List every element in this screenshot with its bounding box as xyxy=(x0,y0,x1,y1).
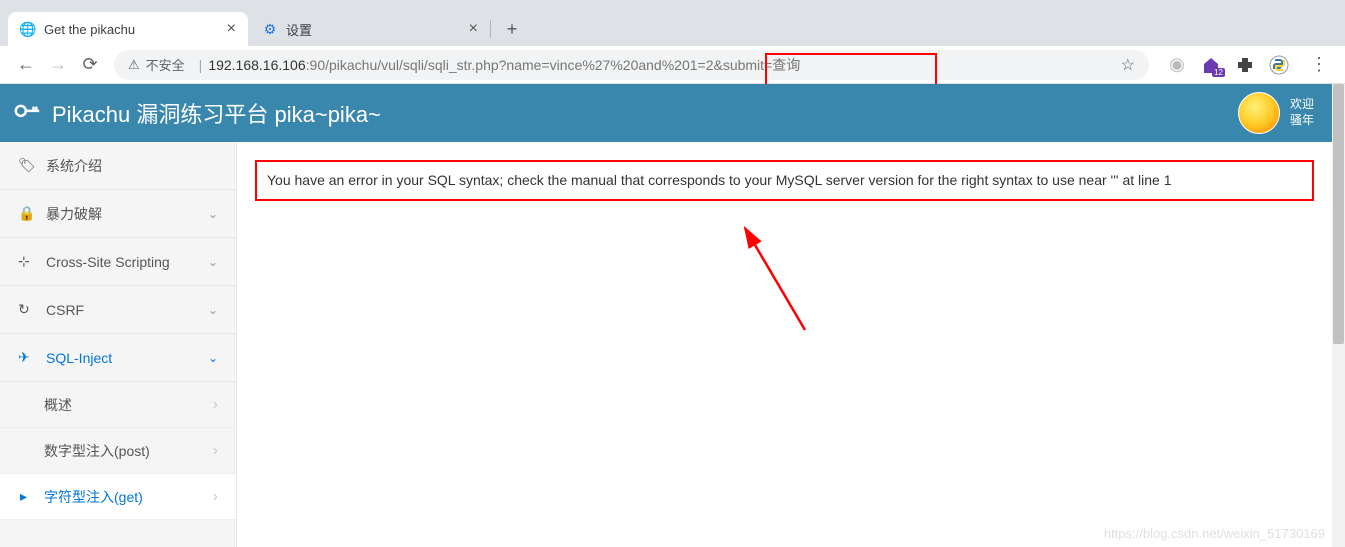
sidebar-item-bruteforce[interactable]: 🔒 暴力破解 ⌄ xyxy=(0,190,236,238)
sql-error-message: You have an error in your SQL syntax; ch… xyxy=(255,160,1314,201)
main-content: You have an error in your SQL syntax; ch… xyxy=(237,142,1332,547)
crosshair-icon: ⊹ xyxy=(18,253,38,270)
extension-area: ◉ 12 ⋮ xyxy=(1167,49,1335,81)
sidebar-sub-numeric[interactable]: 数字型注入(post) › xyxy=(0,428,236,474)
tab-title: 设置 xyxy=(286,20,461,39)
chevron-down-icon: ⌄ xyxy=(208,303,218,317)
insecure-label: 不安全 xyxy=(146,55,185,74)
new-tab-button[interactable]: + xyxy=(498,15,526,43)
sidebar-item-label: 暴力破解 xyxy=(46,204,102,224)
extensions-puzzle-icon[interactable] xyxy=(1235,55,1255,75)
forward-button[interactable]: → xyxy=(42,49,74,81)
welcome-text: 欢迎 骚年 xyxy=(1290,97,1314,128)
sidebar-sub-overview[interactable]: 概述 › xyxy=(0,382,236,428)
app-title: Pikachu 漏洞练习平台 pika~pika~ xyxy=(52,97,381,129)
gear-icon: ⚙ xyxy=(262,21,278,37)
chevron-right-icon: › xyxy=(213,488,218,506)
warning-icon: ⚠ xyxy=(128,57,140,73)
home-extension-icon[interactable]: 12 xyxy=(1201,55,1221,75)
back-button[interactable]: ← xyxy=(10,49,42,81)
key-icon xyxy=(11,94,49,132)
close-tab-icon[interactable]: × xyxy=(227,20,236,38)
sidebar-item-label: 系统介绍 xyxy=(46,156,102,176)
sidebar-sub-string[interactable]: 字符型注入(get) › xyxy=(0,474,236,520)
tab-separator xyxy=(490,20,491,38)
python-extension-icon[interactable] xyxy=(1269,55,1289,75)
sidebar-item-label: Cross-Site Scripting xyxy=(46,254,170,270)
browser-toolbar: ← → ⟳ ⚠ 不安全 | 192.168.16.106:90/pikachu/… xyxy=(0,46,1345,84)
separator: | xyxy=(199,57,203,73)
reload-button[interactable]: ⟳ xyxy=(74,49,106,81)
chevron-down-icon: ⌄ xyxy=(208,351,218,365)
watermark: https://blog.csdn.net/weixin_51730169 xyxy=(1104,526,1325,541)
chevron-right-icon: › xyxy=(213,396,218,414)
url-text: 192.168.16.106:90/pikachu/vul/sqli/sqli_… xyxy=(208,55,1112,75)
sidebar-item-sqlinject[interactable]: ✈ SQL-Inject ⌄ xyxy=(0,334,236,382)
lock-icon: 🔒 xyxy=(18,205,38,222)
plane-icon: ✈ xyxy=(18,349,38,366)
sidebar-item-label: SQL-Inject xyxy=(46,350,112,366)
sidebar: 🏷 系统介绍 🔒 暴力破解 ⌄ ⊹ Cross-Site Scripting ⌄… xyxy=(0,142,237,547)
tab-strip: 🌐 Get the pikachu × ⚙ 设置 × + xyxy=(0,0,1345,46)
close-tab-icon[interactable]: × xyxy=(469,20,478,38)
chevron-down-icon: ⌄ xyxy=(208,207,218,221)
sidebar-item-intro[interactable]: 🏷 系统介绍 xyxy=(0,142,236,190)
sidebar-item-label: CSRF xyxy=(46,302,84,318)
badge: 12 xyxy=(1212,68,1225,77)
tab-title: Get the pikachu xyxy=(44,22,219,37)
browser-menu-button[interactable]: ⋮ xyxy=(1303,49,1335,81)
sidebar-item-xss[interactable]: ⊹ Cross-Site Scripting ⌄ xyxy=(0,238,236,286)
chevron-right-icon: › xyxy=(213,442,218,460)
tag-icon: 🏷 xyxy=(18,157,38,174)
app-header: Pikachu 漏洞练习平台 pika~pika~ 欢迎 骚年 xyxy=(0,84,1332,142)
vertical-scrollbar[interactable] xyxy=(1332,84,1345,547)
scrollbar-thumb[interactable] xyxy=(1333,84,1344,344)
bookmark-star-icon[interactable]: ☆ xyxy=(1121,55,1135,75)
tab-settings[interactable]: ⚙ 设置 × xyxy=(250,12,490,46)
sidebar-sub-label: 数字型注入(post) xyxy=(44,441,150,461)
globe-icon: 🌐 xyxy=(20,21,36,37)
security-indicator[interactable]: ⚠ 不安全 xyxy=(128,55,185,74)
sidebar-item-csrf[interactable]: ↻ CSRF ⌄ xyxy=(0,286,236,334)
refresh-icon: ↻ xyxy=(18,301,38,318)
sidebar-sub-label: 概述 xyxy=(44,395,72,415)
sidebar-sub-label: 字符型注入(get) xyxy=(44,487,143,507)
profile-icon[interactable]: ◉ xyxy=(1167,55,1187,75)
pikachu-avatar[interactable] xyxy=(1238,92,1280,134)
chevron-down-icon: ⌄ xyxy=(208,255,218,269)
tab-pikachu[interactable]: 🌐 Get the pikachu × xyxy=(8,12,248,46)
address-bar[interactable]: ⚠ 不安全 | 192.168.16.106:90/pikachu/vul/sq… xyxy=(114,50,1149,80)
